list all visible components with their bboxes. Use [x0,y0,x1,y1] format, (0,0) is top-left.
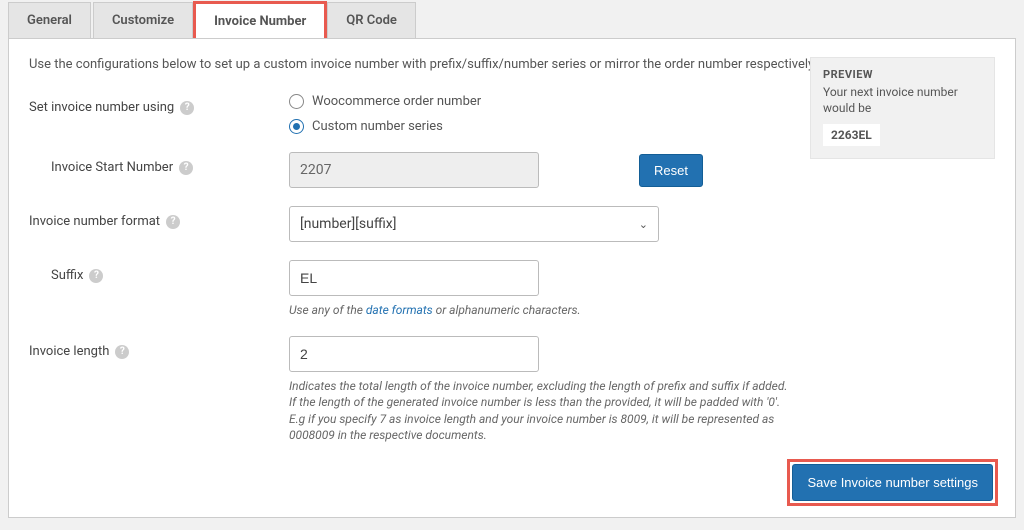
label-set-using-text: Set invoice number using [29,100,174,115]
help-icon[interactable]: ? [179,161,193,175]
preview-box: PREVIEW Your next invoice number would b… [810,57,995,159]
start-number-input: 2207 [289,152,539,188]
settings-panel: Use the configurations below to set up a… [8,38,1016,518]
label-length-text: Invoice length [29,344,109,359]
suffix-hint-post: or alphanumeric characters. [433,303,581,317]
save-button[interactable]: Save Invoice number settings [792,464,993,501]
help-icon[interactable]: ? [89,269,103,283]
tab-qr-code[interactable]: QR Code [327,2,416,38]
preview-title: PREVIEW [823,68,982,81]
label-suffix: Suffix ? [29,260,289,283]
radio-custom-series[interactable]: Custom number series [289,119,789,134]
tab-bar: General Customize Invoice Number QR Code [8,0,1016,38]
tab-general[interactable]: General [8,2,91,38]
radio-woo-label: Woocommerce order number [312,94,481,109]
radio-icon [289,119,304,134]
label-format-text: Invoice number format [29,214,160,229]
help-icon[interactable]: ? [115,345,129,359]
tab-customize[interactable]: Customize [93,2,193,38]
date-formats-link[interactable]: date formats [366,303,433,317]
format-value: [number][suffix] [300,216,396,232]
tab-invoice-number[interactable]: Invoice Number [195,3,325,39]
suffix-input[interactable] [289,260,539,296]
label-start-number-text: Invoice Start Number [51,160,173,175]
suffix-hint-pre: Use any of the [289,303,366,317]
reset-button[interactable]: Reset [639,154,703,187]
help-icon[interactable]: ? [180,101,194,115]
length-input[interactable] [289,336,539,372]
label-length: Invoice length ? [29,336,289,359]
save-highlight: Save Invoice number settings [790,462,995,503]
label-start-number: Invoice Start Number ? [29,152,289,175]
label-suffix-text: Suffix [51,268,83,283]
length-hint: Indicates the total length of the invoic… [289,378,789,443]
format-select[interactable]: [number][suffix] ⌄ [289,206,659,242]
chevron-down-icon: ⌄ [639,218,648,231]
help-icon[interactable]: ? [166,215,180,229]
radio-icon [289,94,304,109]
preview-value: 2263EL [823,124,880,146]
preview-text: Your next invoice number would be [823,85,982,116]
label-set-using: Set invoice number using ? [29,92,289,115]
radio-custom-label: Custom number series [312,119,443,134]
label-format: Invoice number format ? [29,206,289,229]
radio-woo-order[interactable]: Woocommerce order number [289,94,789,109]
suffix-hint: Use any of the date formats or alphanume… [289,302,789,318]
